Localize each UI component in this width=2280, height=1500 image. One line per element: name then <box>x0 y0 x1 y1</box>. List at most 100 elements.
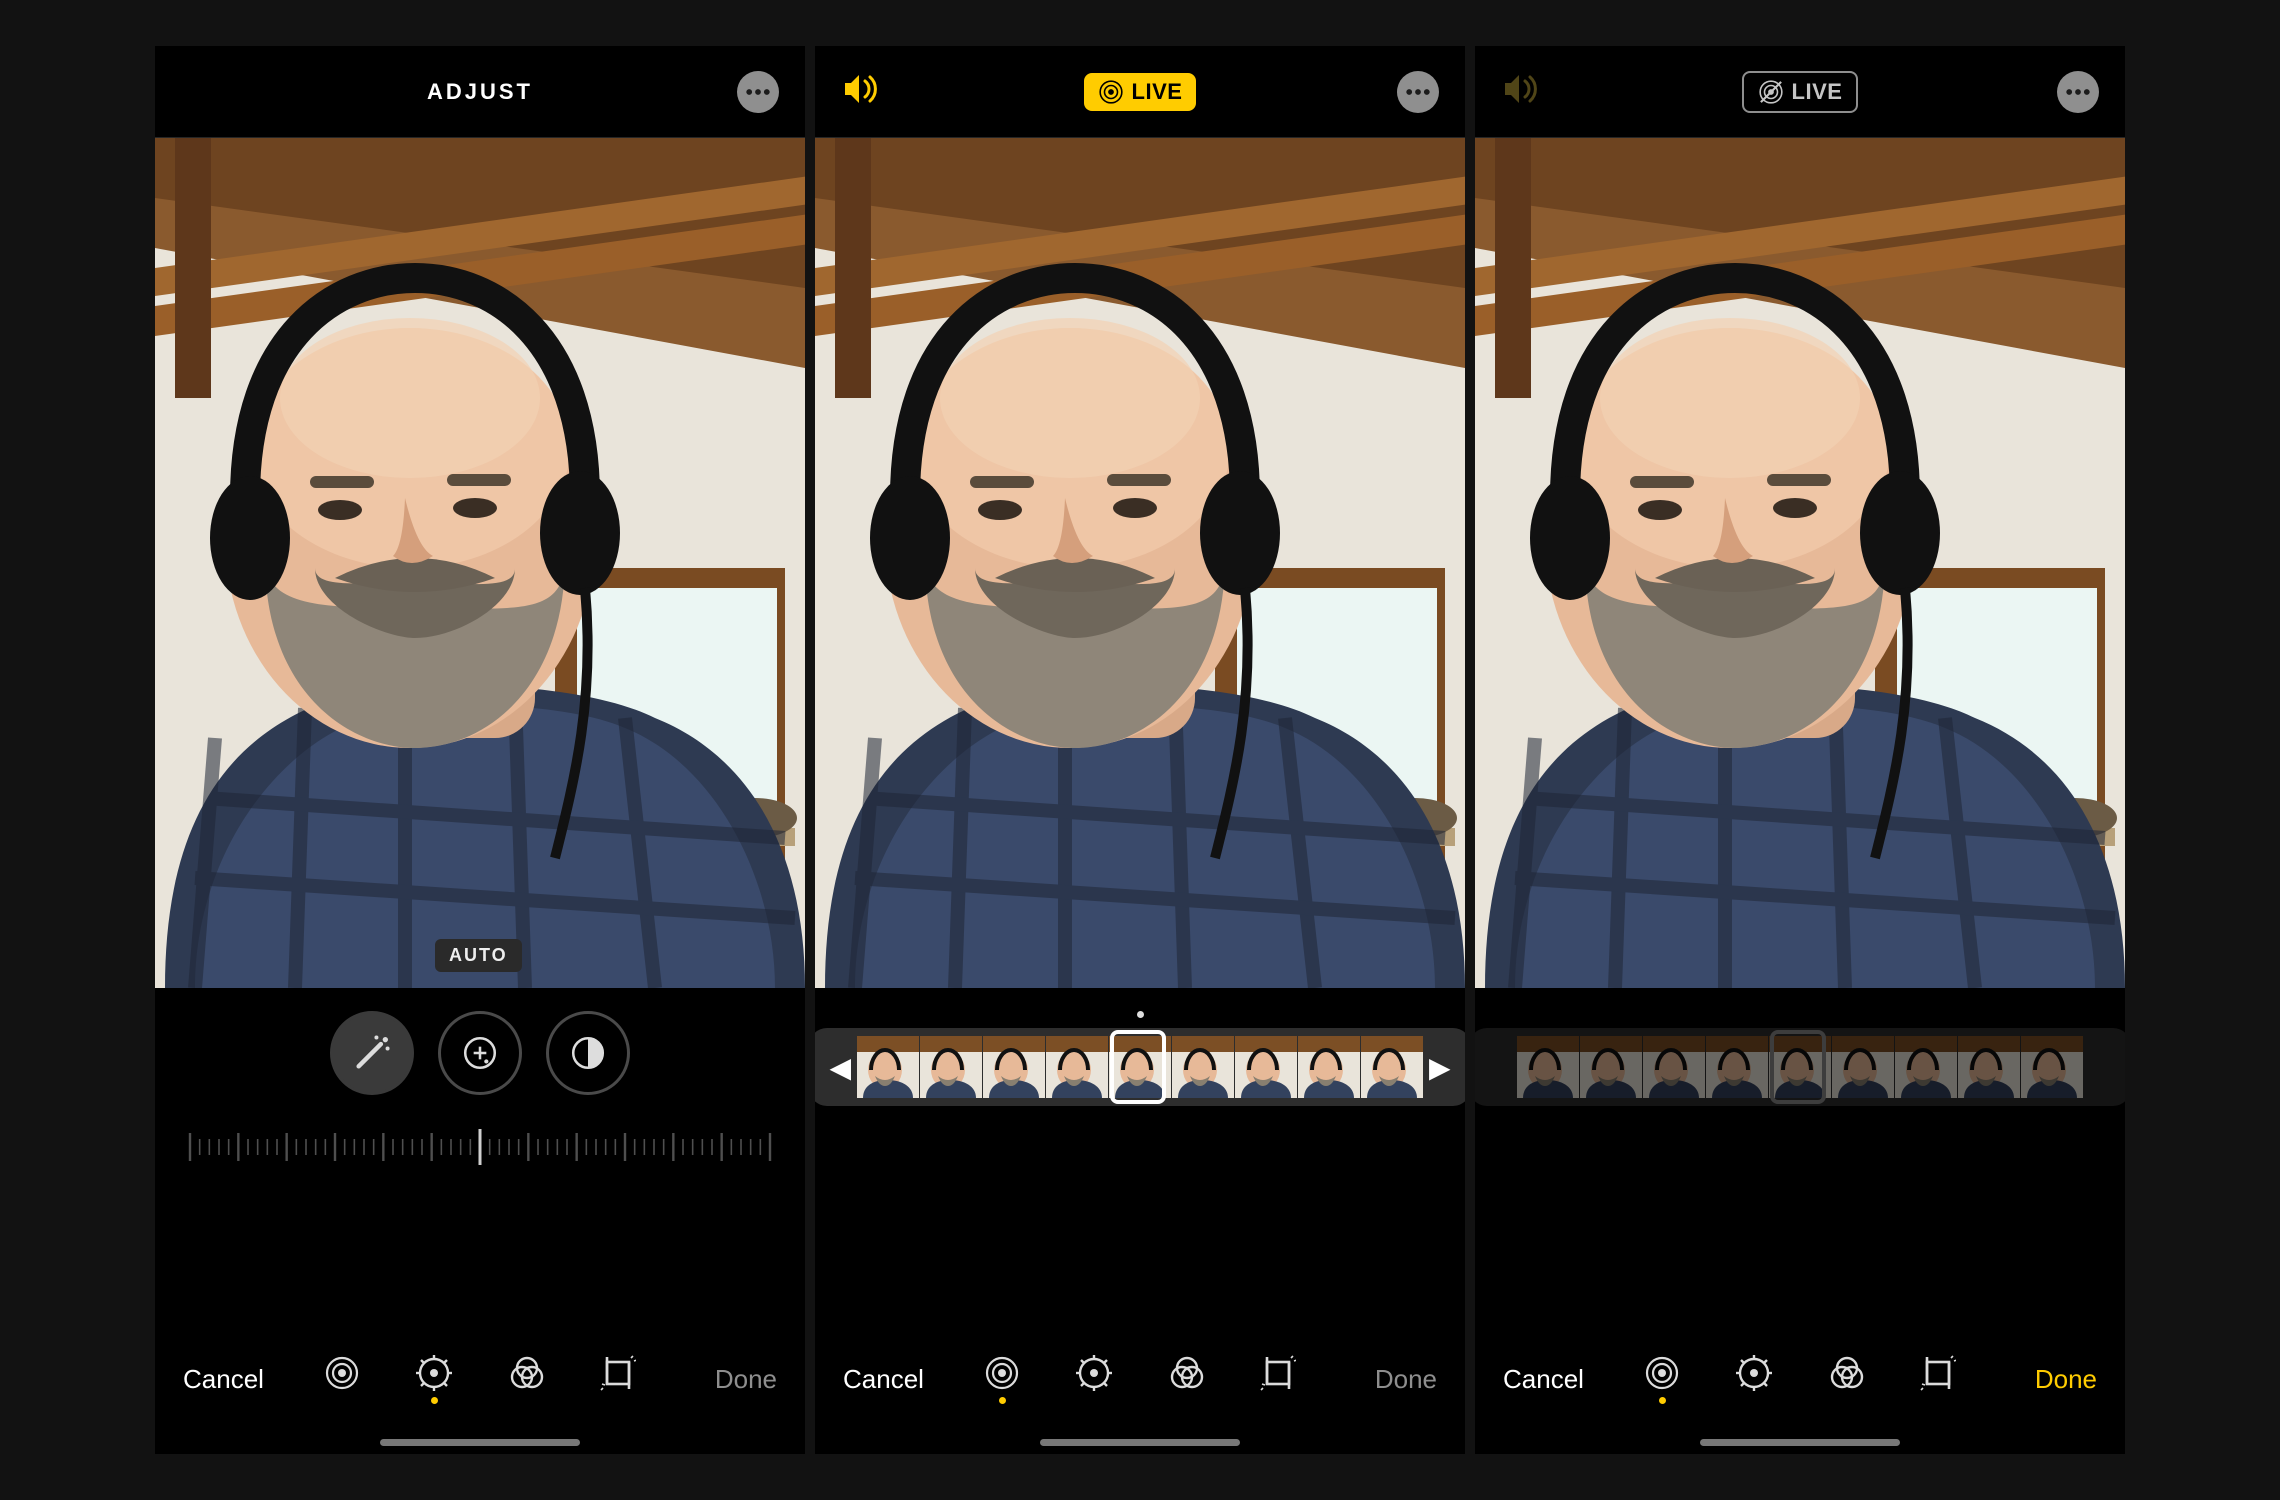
photo-preview[interactable] <box>815 138 1465 988</box>
tab-filters[interactable] <box>1168 1355 1204 1404</box>
tab-crop[interactable] <box>1920 1355 1956 1404</box>
cancel-button[interactable]: Cancel <box>183 1364 283 1395</box>
screen-adjust: ADJUST AUTO <box>155 46 805 1454</box>
chevron-left-icon[interactable]: ◀ <box>825 1051 855 1084</box>
chevron-right-icon[interactable]: ▶ <box>1425 1051 1455 1084</box>
done-button[interactable]: Done <box>1997 1364 2097 1395</box>
filmstrip-frame[interactable] <box>920 1036 982 1098</box>
tab-adjust[interactable] <box>416 1355 452 1404</box>
live-icon <box>1644 1355 1680 1391</box>
done-button[interactable]: Done <box>1337 1364 1437 1395</box>
adjust-icon <box>1736 1355 1772 1391</box>
bottom-toolbar: Cancel Done <box>155 1334 805 1424</box>
ellipsis-icon <box>745 88 771 96</box>
adjust-icon <box>1076 1355 1112 1391</box>
speaker-icon <box>841 69 881 109</box>
filters-icon <box>1828 1355 1864 1391</box>
tab-crop[interactable] <box>600 1355 636 1404</box>
bottom-toolbar: Cancel Done <box>815 1334 1465 1424</box>
home-indicator[interactable] <box>1700 1439 1900 1446</box>
portrait-image <box>1475 138 2125 988</box>
top-bar: LIVE <box>815 46 1465 138</box>
sound-toggle[interactable] <box>1501 69 1541 114</box>
key-frame-strip: ◀ ▶ <box>1475 1028 2125 1106</box>
tab-filters[interactable] <box>1828 1355 1864 1404</box>
ellipsis-icon <box>1405 88 1431 96</box>
auto-enhance-button[interactable] <box>330 1011 414 1095</box>
done-button[interactable]: Done <box>677 1364 777 1395</box>
screen-live-off: LIVE ◀ ▶ Cancel <box>1475 46 2125 1454</box>
auto-label: AUTO <box>435 939 522 972</box>
filmstrip-frame <box>1895 1036 1957 1098</box>
top-bar: LIVE <box>1475 46 2125 138</box>
filmstrip-frame <box>1832 1036 1894 1098</box>
filmstrip-frame[interactable] <box>1109 1036 1171 1098</box>
filmstrip-frame <box>1643 1036 1705 1098</box>
filmstrip-frame <box>2021 1036 2083 1098</box>
contrast-icon <box>569 1034 607 1072</box>
mode-title: ADJUST <box>427 79 533 105</box>
live-toggle[interactable]: LIVE <box>1742 71 1859 113</box>
filmstrip-frame[interactable] <box>1298 1036 1360 1098</box>
live-off-icon <box>1758 79 1784 105</box>
tab-adjust[interactable] <box>1736 1355 1772 1404</box>
portrait-image <box>815 138 1465 988</box>
exposure-button[interactable] <box>438 1011 522 1095</box>
more-button[interactable] <box>2057 71 2099 113</box>
filmstrip-frame[interactable] <box>1235 1036 1297 1098</box>
adjust-icon <box>416 1355 452 1391</box>
filmstrip-frame[interactable] <box>983 1036 1045 1098</box>
cancel-button[interactable]: Cancel <box>843 1364 943 1395</box>
bottom-toolbar: Cancel Done <box>1475 1334 2125 1424</box>
live-toggle[interactable]: LIVE <box>1084 73 1197 111</box>
screen-live-on: LIVE ◀ ▶ Cancel <box>815 46 1465 1454</box>
filmstrip-frame[interactable] <box>1361 1036 1423 1098</box>
live-icon <box>1098 79 1124 105</box>
tab-live[interactable] <box>1644 1355 1680 1404</box>
contrast-button[interactable] <box>546 1011 630 1095</box>
tab-adjust[interactable] <box>1076 1355 1112 1404</box>
live-icon <box>324 1355 360 1391</box>
frames[interactable] <box>857 1036 1423 1098</box>
live-label: LIVE <box>1132 79 1183 105</box>
ellipsis-icon <box>2065 88 2091 96</box>
filmstrip-frame <box>1517 1036 1579 1098</box>
filmstrip-frame[interactable] <box>857 1036 919 1098</box>
adjust-slider[interactable] <box>155 1124 805 1174</box>
filmstrip-frame <box>1706 1036 1768 1098</box>
filmstrip-frame <box>1580 1036 1642 1098</box>
adjust-tools-row <box>155 988 805 1118</box>
cancel-button[interactable]: Cancel <box>1503 1364 1603 1395</box>
tab-filters[interactable] <box>508 1355 544 1404</box>
tab-live[interactable] <box>324 1355 360 1404</box>
exposure-icon <box>461 1034 499 1072</box>
portrait-image <box>155 138 805 988</box>
tab-crop[interactable] <box>1260 1355 1296 1404</box>
speaker-icon <box>1501 69 1541 109</box>
top-bar: ADJUST <box>155 46 805 138</box>
key-frame-strip[interactable]: ◀ ▶ <box>815 1028 1465 1106</box>
photo-preview[interactable] <box>1475 138 2125 988</box>
home-indicator[interactable] <box>1040 1439 1240 1446</box>
wand-icon <box>352 1033 392 1073</box>
live-label: LIVE <box>1792 79 1843 105</box>
crop-icon <box>1260 1355 1296 1391</box>
filmstrip-frame <box>1769 1036 1831 1098</box>
filters-icon <box>1168 1355 1204 1391</box>
ruler-ticks <box>180 1129 780 1169</box>
live-icon <box>984 1355 1020 1391</box>
tab-live[interactable] <box>984 1355 1020 1404</box>
filmstrip-frame[interactable] <box>1172 1036 1234 1098</box>
page-dot <box>815 988 1465 1018</box>
crop-icon <box>1920 1355 1956 1391</box>
crop-icon <box>600 1355 636 1391</box>
photo-preview[interactable]: AUTO <box>155 138 805 988</box>
frames <box>1517 1036 2083 1098</box>
more-button[interactable] <box>737 71 779 113</box>
filters-icon <box>508 1355 544 1391</box>
sound-toggle[interactable] <box>841 69 881 114</box>
filmstrip-frame[interactable] <box>1046 1036 1108 1098</box>
more-button[interactable] <box>1397 71 1439 113</box>
filmstrip-frame <box>1958 1036 2020 1098</box>
home-indicator[interactable] <box>380 1439 580 1446</box>
